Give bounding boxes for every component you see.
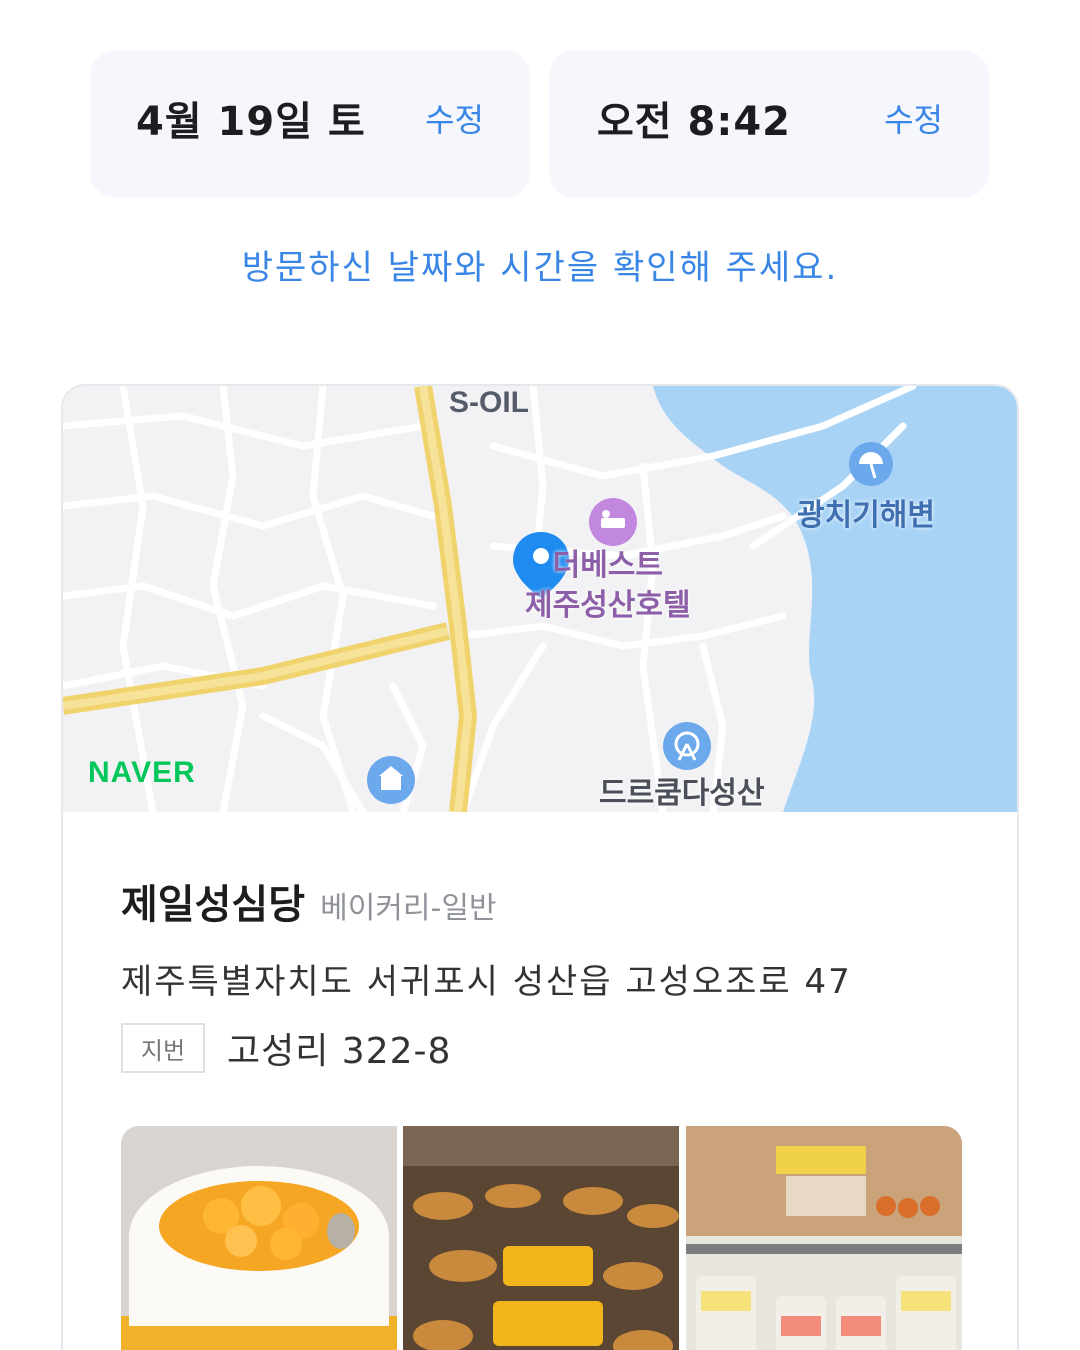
naver-logo: NAVER [88, 756, 196, 789]
map-label-hotel: 더베스트 제주성산호텔 [525, 546, 691, 626]
jibun-badge: 지번 [121, 1023, 205, 1073]
place-category: 베이커리-일반 [320, 891, 497, 926]
place-card: S-OIL 광치기해변 더베스트 제주성산호텔 드르쿰다성산 NAVER 제일성… [61, 384, 1019, 1350]
photo-strip [121, 1126, 962, 1350]
hotel-icon [589, 498, 637, 546]
photo-bread-display[interactable] [403, 1126, 680, 1350]
building-icon [367, 756, 415, 804]
place-title: 제일성심당 베이커리-일반 [121, 872, 497, 930]
photo-sandwich-display[interactable] [685, 1126, 962, 1350]
confirm-notice: 방문하신 날짜와 시간을 확인해 주세요. [241, 248, 839, 288]
visit-date: 4월 19일 토 [136, 99, 366, 145]
map-label-attraction: 드르쿰다성산 [599, 777, 765, 810]
date-chip: 4월 19일 토 수정 [90, 50, 530, 198]
jibun-value: 고성리 322-8 [227, 1031, 452, 1072]
place-name: 제일성심당 [121, 882, 305, 928]
time-chip: 오전 8:42 수정 [549, 50, 989, 198]
map-label-gas-station: S-OIL [449, 386, 529, 419]
map-label-hotel-line1: 더베스트 [552, 549, 663, 582]
beach-umbrella-icon [849, 442, 893, 486]
map-label-beach: 광치기해변 [797, 499, 935, 532]
visit-time: 오전 8:42 [597, 99, 792, 145]
edit-date-button[interactable]: 수정 [425, 50, 484, 190]
jibun-address: 지번 고성리 322-8 [121, 1022, 451, 1074]
map-label-hotel-line2: 제주성산호텔 [525, 589, 691, 622]
edit-time-button[interactable]: 수정 [884, 50, 943, 190]
road-address: 제주특별자치도 서귀포시 성산읍 고성오조로 47 [121, 962, 852, 1002]
ferris-wheel-icon [663, 722, 711, 770]
map-view[interactable]: S-OIL 광치기해변 더베스트 제주성산호텔 드르쿰다성산 NAVER [63, 386, 1017, 812]
photo-cake[interactable] [121, 1126, 397, 1350]
